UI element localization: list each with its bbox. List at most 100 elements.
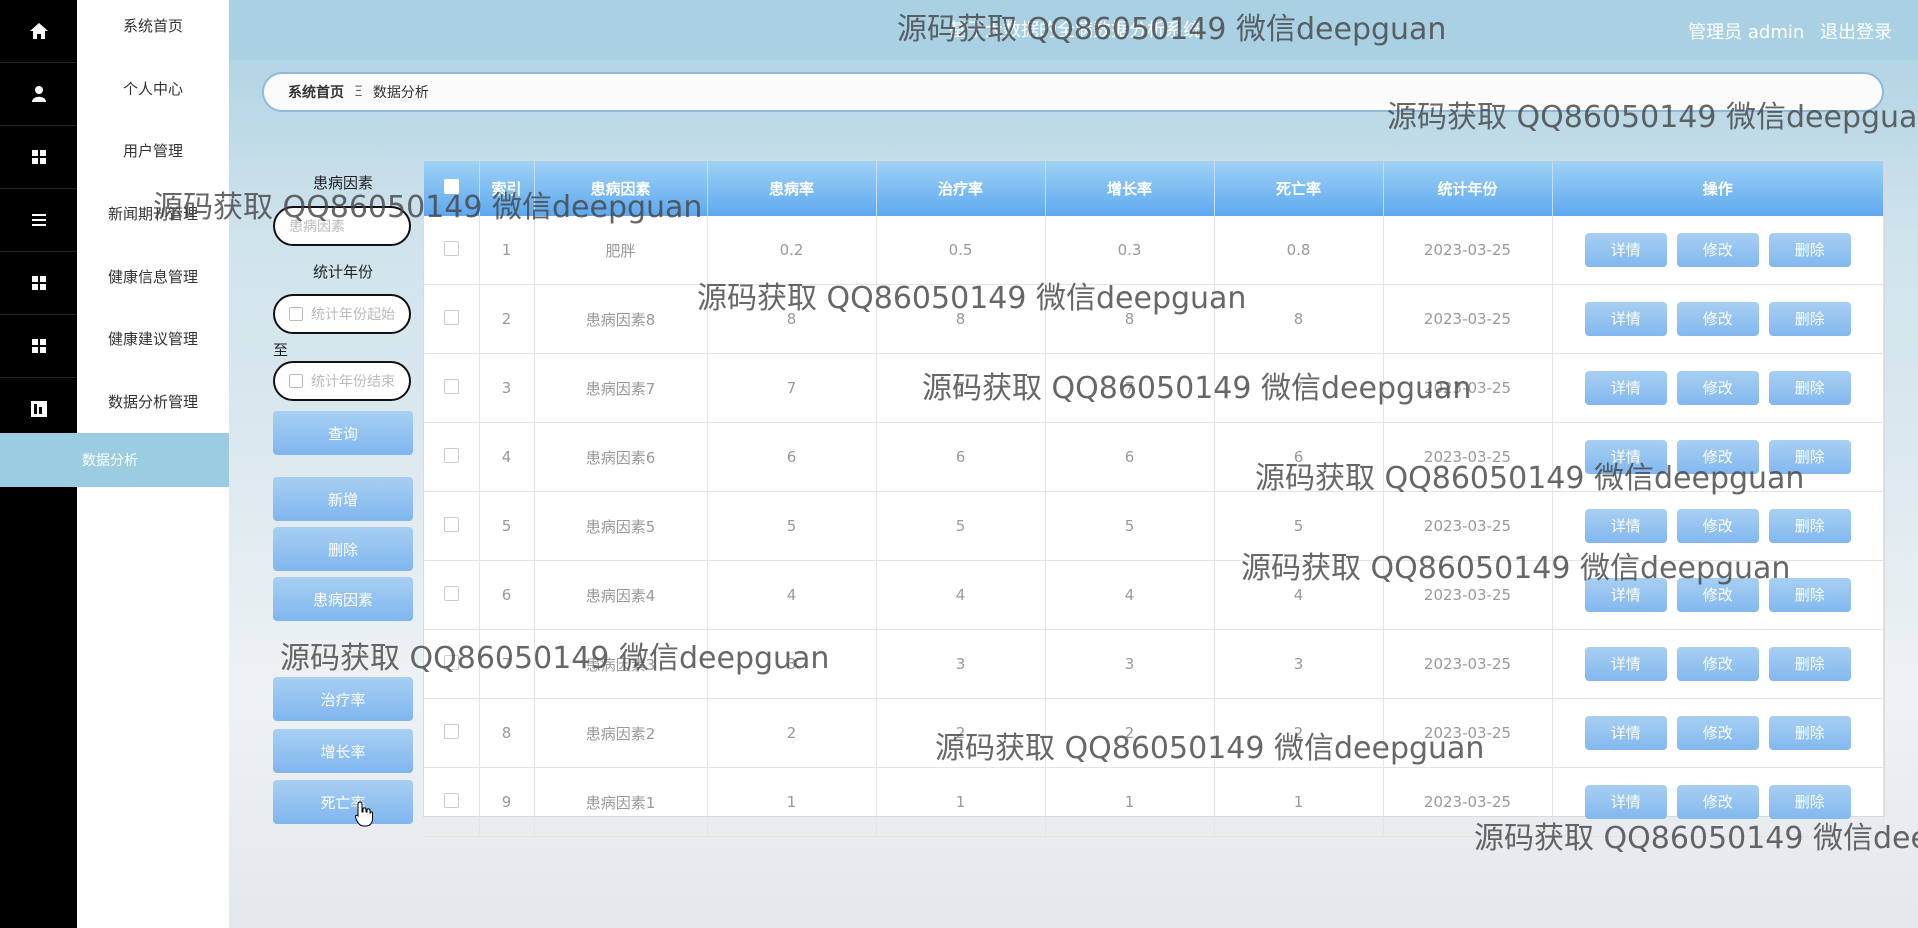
range-to-label: 至: [273, 341, 289, 359]
row-checkbox[interactable]: [443, 723, 459, 739]
row-checkbox[interactable]: [443, 378, 459, 394]
table-cell: 6: [1045, 422, 1215, 492]
sidebar-item-profile[interactable]: 个人中心: [77, 57, 229, 119]
breadcrumb-home[interactable]: 系统首页: [288, 82, 344, 102]
table-cell: 5: [1045, 491, 1215, 561]
watermark: 源码获取 QQ86050149 微信deepguan: [153, 190, 703, 225]
row-checkbox[interactable]: [443, 309, 459, 325]
add-button[interactable]: 新增: [273, 477, 413, 521]
user-area: 管理员 admin 退出登录: [1678, 18, 1892, 44]
sidebar-item-users[interactable]: 用户管理: [77, 119, 229, 181]
grid-icon[interactable]: [0, 126, 77, 189]
year-end-placeholder: 统计年份结束: [311, 374, 395, 390]
table-cell: 3: [479, 353, 535, 423]
delete-button[interactable]: 删除: [1768, 371, 1851, 405]
year-start-placeholder: 统计年份起始: [311, 307, 395, 323]
row-select-cell: [424, 560, 480, 630]
edit-button[interactable]: 修改: [1676, 302, 1759, 336]
column-header: 增长率: [1045, 161, 1215, 216]
growth-rate-button[interactable]: 增长率: [273, 729, 413, 773]
delete-button[interactable]: 删除: [1768, 302, 1851, 336]
sidebar-item-data-analysis[interactable]: 数据分析管理: [77, 370, 229, 432]
row-select-cell: [424, 216, 480, 285]
table-cell: 6: [479, 560, 535, 630]
row-checkbox[interactable]: [443, 516, 459, 532]
delete-button[interactable]: 删除: [1768, 233, 1851, 267]
detail-button[interactable]: 详情: [1584, 371, 1667, 405]
detail-button[interactable]: 详情: [1584, 302, 1667, 336]
user-icon[interactable]: [0, 63, 77, 126]
table-cell: 3: [1045, 629, 1215, 699]
row-select-cell: [424, 491, 480, 561]
table-cell: 2023-03-25: [1383, 284, 1553, 354]
column-header: 治疗率: [876, 161, 1046, 216]
sidebar-item-health-info[interactable]: 健康信息管理: [77, 245, 229, 307]
death-rate-button[interactable]: 死亡率: [273, 780, 413, 824]
row-actions: 详情 修改 删除: [1552, 216, 1884, 285]
row-actions: 详情 修改 删除: [1552, 629, 1884, 699]
delete-button[interactable]: 删除: [1768, 509, 1851, 543]
batch-delete-button[interactable]: 删除: [273, 527, 413, 571]
edit-button[interactable]: 修改: [1676, 371, 1759, 405]
logout-link[interactable]: 退出登录: [1820, 22, 1892, 43]
factor-chart-button[interactable]: 患病因素: [273, 577, 413, 621]
table-cell: 6: [707, 422, 877, 492]
calendar-icon: [289, 374, 303, 388]
detail-button[interactable]: 详情: [1584, 716, 1667, 750]
row-checkbox[interactable]: [443, 447, 459, 463]
detail-button[interactable]: 详情: [1584, 509, 1667, 543]
sidebar-item-health-advice[interactable]: 健康建议管理: [77, 307, 229, 369]
watermark: 源码获取 QQ86050149 微信deepguan: [1255, 461, 1805, 496]
breadcrumb-separator: Ξ: [354, 84, 363, 100]
chart-icon[interactable]: [0, 378, 77, 441]
detail-button[interactable]: 详情: [1584, 647, 1667, 681]
table-cell: 患病因素8: [534, 284, 708, 354]
watermark: 源码获取 QQ86050149 微信deepguan: [1474, 821, 1918, 856]
table-cell: 5: [876, 491, 1046, 561]
delete-button[interactable]: 删除: [1768, 647, 1851, 681]
table-cell: 2: [707, 698, 877, 768]
grid-icon[interactable]: [0, 315, 77, 378]
list-icon[interactable]: [0, 189, 77, 252]
watermark: 源码获取 QQ86050149 微信deepguan: [897, 12, 1447, 47]
table-cell: 7: [707, 353, 877, 423]
detail-button[interactable]: 详情: [1584, 233, 1667, 267]
row-actions: 详情 修改 删除: [1552, 353, 1884, 423]
watermark: 源码获取 QQ86050149 微信deepguan: [1241, 551, 1791, 586]
row-checkbox[interactable]: [443, 792, 459, 808]
table-cell: 肥胖: [534, 216, 708, 285]
table-cell: 1: [1214, 767, 1384, 837]
delete-button[interactable]: 删除: [1768, 716, 1851, 750]
column-header: 患病率: [707, 161, 877, 216]
grid-icon[interactable]: [0, 252, 77, 315]
watermark: 源码获取 QQ86050149 微信deepguan: [922, 371, 1472, 406]
watermark: 源码获取 QQ86050149 微信deepguan: [697, 281, 1247, 316]
edit-button[interactable]: 修改: [1676, 233, 1759, 267]
breadcrumb-current: 数据分析: [372, 85, 429, 101]
row-select-cell: [424, 284, 480, 354]
table-cell: 4: [479, 422, 535, 492]
query-button[interactable]: 查询: [273, 411, 413, 455]
row-checkbox[interactable]: [443, 240, 459, 256]
row-select-cell: [424, 353, 480, 423]
year-end-input[interactable]: 统计年份结束: [273, 361, 411, 401]
year-start-input[interactable]: 统计年份起始: [273, 294, 411, 334]
cure-rate-button[interactable]: 治疗率: [273, 677, 413, 721]
edit-button[interactable]: 修改: [1676, 647, 1759, 681]
home-icon[interactable]: [0, 0, 77, 63]
user-label: 管理员 admin: [1688, 22, 1805, 43]
row-select-cell: [424, 422, 480, 492]
table-cell: 4: [707, 560, 877, 630]
column-header: 操作: [1552, 161, 1884, 216]
sidebar-item-home[interactable]: 系统首页: [77, 0, 229, 56]
sidebar-subitem-data-analysis[interactable]: 数据分析: [0, 433, 229, 487]
table-cell: 1: [876, 767, 1046, 837]
edit-button[interactable]: 修改: [1676, 716, 1759, 750]
table-cell: 4: [876, 560, 1046, 630]
table-cell: 患病因素6: [534, 422, 708, 492]
row-checkbox[interactable]: [443, 585, 459, 601]
table-cell: 患病因素4: [534, 560, 708, 630]
row-select-cell: [424, 767, 480, 837]
table-cell: 1: [479, 216, 535, 285]
edit-button[interactable]: 修改: [1676, 509, 1759, 543]
